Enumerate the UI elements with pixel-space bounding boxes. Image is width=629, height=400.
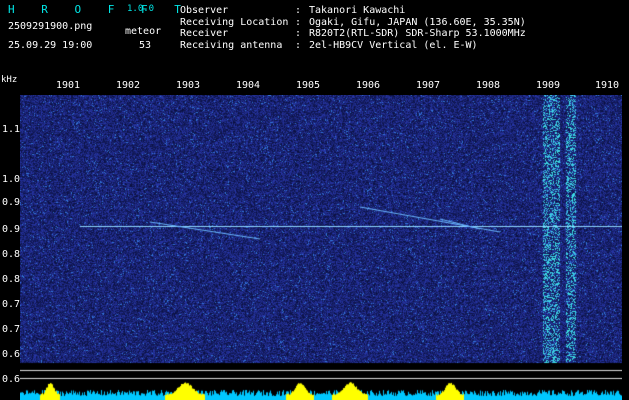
info-label: Receiving Location [180,16,289,28]
time-tick: 1904 [235,80,261,91]
file-name: 2509291900.png [8,21,93,32]
freq-tick: 1.0 [2,174,21,185]
info-label: Receiving antenna [180,39,283,51]
info-value: Ogaki, Gifu, JAPAN (136.60E, 35.35N) [309,16,526,28]
info-value: 2el-HB9CV Vertical (el. E-W) [309,39,478,51]
spectrogram-canvas [20,95,622,400]
time-tick: 1906 [355,80,381,91]
time-tick: 1910 [594,80,620,91]
frequency-unit-label: kHz [1,75,18,85]
freq-tick: 0.7 [2,324,21,335]
freq-tick: 0.9 [2,224,21,235]
info-value: Takanori Kawachi [309,5,406,16]
info-value: R820T2(RTL-SDR) SDR-Sharp 53.1000MHz [309,28,526,39]
time-tick: 1903 [175,80,201,91]
time-tick: 1905 [295,80,321,91]
app-version: 1.0.0 [127,4,155,14]
app-title: H R O F F T [8,3,191,16]
date-time: 25.09.29 19:00 [8,40,93,51]
hroft-spectrogram-screen: H R O F F T 1.0.0 2509291900.png 25.09.2… [0,0,629,400]
info-label: Observer [180,5,229,16]
info-observer: Observer: Takanori Kawachi [180,5,406,16]
freq-tick: 0.8 [2,274,21,285]
time-tick: 1909 [535,80,561,91]
time-tick: 1901 [55,80,81,91]
info-receiver: Receiver: R820T2(RTL-SDR) SDR-Sharp 53.1… [180,28,526,39]
time-tick: 1902 [115,80,141,91]
meteor-count: 53 [139,40,152,51]
time-tick: 1907 [415,80,441,91]
freq-tick: 0.6 [2,374,21,385]
info-location: Receiving Location: Ogaki, Gifu, JAPAN (… [180,16,526,28]
info-label: Receiver [180,28,229,39]
station-info: Observer: Takanori Kawachi Receiving Loc… [180,5,526,51]
freq-tick: 1.1 [2,124,21,135]
time-tick: 1908 [475,80,501,91]
detection-mode: meteor [125,26,162,37]
info-antenna: Receiving antenna: 2el-HB9CV Vertical (e… [180,39,478,51]
